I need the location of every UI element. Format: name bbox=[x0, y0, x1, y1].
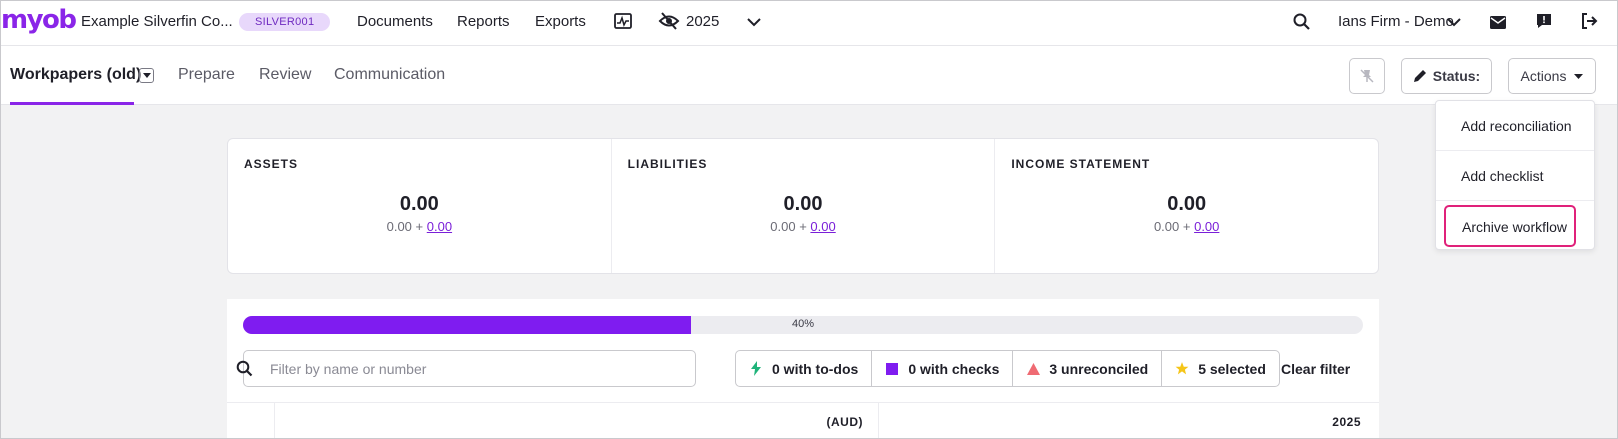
firm-selector[interactable]: Ians Firm - Demo bbox=[1338, 13, 1454, 30]
chip-with-checks[interactable]: 0 with checks bbox=[872, 351, 1014, 386]
chat-icon[interactable] bbox=[1535, 12, 1553, 30]
company-code-badge: SILVER001 bbox=[239, 13, 331, 31]
summary-breakdown: 0.00 + 0.00 bbox=[1153, 219, 1220, 234]
filter-input[interactable] bbox=[243, 350, 696, 387]
workpapers-dropdown-toggle[interactable] bbox=[139, 68, 154, 83]
caret-down-icon bbox=[142, 73, 151, 78]
summary-income-statement: INCOME STATEMENT 0.00 0.00 + 0.00 bbox=[995, 139, 1378, 273]
bolt-icon bbox=[751, 361, 761, 376]
year-column-header: 2025 bbox=[1332, 415, 1361, 429]
column-divider bbox=[274, 403, 275, 438]
search-icon bbox=[236, 360, 253, 377]
pencil-icon bbox=[1413, 70, 1426, 82]
summary-total: 0.00 bbox=[399, 193, 439, 215]
currency-column-header: (AUD) bbox=[826, 415, 863, 429]
mail-icon[interactable] bbox=[1489, 13, 1507, 31]
active-tab-indicator bbox=[10, 102, 134, 105]
company-name[interactable]: Example Silverfin Co... bbox=[81, 13, 233, 30]
column-divider bbox=[878, 403, 879, 438]
progress-bar: 40% bbox=[243, 316, 1363, 334]
logout-icon[interactable] bbox=[1579, 11, 1599, 31]
actions-button[interactable]: Actions bbox=[1508, 58, 1596, 94]
chip-selected[interactable]: 5 selected bbox=[1162, 351, 1279, 386]
tab-review[interactable]: Review bbox=[259, 66, 311, 84]
tab-workpapers-old[interactable]: Workpapers (old) bbox=[10, 66, 141, 84]
summary-title: ASSETS bbox=[244, 157, 299, 171]
app-window: myob Example Silverfin Co... SILVER001 D… bbox=[0, 0, 1618, 439]
summary-title: LIABILITIES bbox=[627, 157, 708, 171]
monitor-chart-icon[interactable] bbox=[613, 11, 633, 31]
adjustment-link[interactable]: 0.00 bbox=[1194, 219, 1219, 234]
summary-total: 0.00 bbox=[1167, 193, 1207, 215]
clear-filter-button[interactable]: Clear filter bbox=[1281, 361, 1350, 377]
chip-label: 0 with checks bbox=[908, 360, 1000, 377]
myob-logo[interactable]: myob bbox=[1, 5, 77, 35]
summary-breakdown: 0.00 + 0.00 bbox=[386, 219, 453, 234]
summary-title: INCOME STATEMENT bbox=[1011, 157, 1151, 171]
square-icon bbox=[886, 362, 899, 375]
top-bar: myob Example Silverfin Co... SILVER001 D… bbox=[1, 1, 1617, 46]
status-button-label: Status: bbox=[1432, 68, 1481, 84]
summary-liabilities: LIABILITIES 0.00 0.00 + 0.00 bbox=[612, 139, 996, 273]
chip-unreconciled[interactable]: 3 unreconciled bbox=[1013, 351, 1163, 386]
actions-button-label: Actions bbox=[1520, 68, 1567, 84]
filter-chip-group: 0 with to-dos 0 with checks 3 unreconcil… bbox=[735, 350, 1280, 387]
chip-label: 5 selected bbox=[1198, 360, 1266, 377]
table-header: (AUD) 2025 bbox=[227, 402, 1379, 438]
menu-item-add-reconciliation[interactable]: Add reconciliation bbox=[1436, 101, 1594, 151]
workpapers-panel: 40% 0 with to-dos 0 with checks 3 unreco… bbox=[227, 299, 1379, 438]
summary-assets: ASSETS 0.00 0.00 + 0.00 bbox=[228, 139, 612, 273]
actions-menu: Add reconciliation Add checklist Archive… bbox=[1435, 100, 1595, 250]
workflow-tab-bar: Workpapers (old) Prepare Review Communic… bbox=[1, 46, 1617, 105]
tab-prepare[interactable]: Prepare bbox=[178, 66, 235, 84]
pin-off-button[interactable] bbox=[1349, 58, 1385, 94]
adjustment-link[interactable]: 0.00 bbox=[810, 219, 835, 234]
nav-documents[interactable]: Documents bbox=[357, 13, 433, 30]
search-icon bbox=[243, 309, 259, 325]
summary-breakdown: 0.00 + 0.00 bbox=[770, 219, 836, 234]
year-selector[interactable]: 2025 bbox=[686, 13, 719, 30]
status-button[interactable]: Status: bbox=[1401, 58, 1492, 94]
star-icon bbox=[1175, 362, 1189, 375]
progress-percent: 40% bbox=[791, 318, 815, 330]
eye-slash-icon[interactable] bbox=[658, 11, 680, 31]
chevron-down-icon[interactable] bbox=[745, 13, 763, 31]
tab-communication[interactable]: Communication bbox=[334, 66, 445, 84]
chevron-down-icon[interactable] bbox=[1445, 13, 1463, 31]
nav-exports[interactable]: Exports bbox=[535, 13, 586, 30]
chip-label: 3 unreconciled bbox=[1049, 360, 1149, 377]
triangle-icon bbox=[1026, 362, 1040, 375]
menu-item-archive-workflow[interactable]: Archive workflow bbox=[1444, 205, 1576, 247]
search-icon[interactable] bbox=[1291, 11, 1311, 31]
chip-label: 0 with to-dos bbox=[772, 360, 859, 377]
pin-off-icon bbox=[1360, 69, 1374, 83]
caret-down-icon bbox=[1574, 73, 1584, 79]
balance-summary-card: ASSETS 0.00 0.00 + 0.00 LIABILITIES 0.00… bbox=[227, 138, 1379, 274]
summary-total: 0.00 bbox=[783, 193, 823, 215]
menu-item-add-checklist[interactable]: Add checklist bbox=[1436, 151, 1594, 201]
chip-with-todos[interactable]: 0 with to-dos bbox=[736, 351, 873, 386]
nav-reports[interactable]: Reports bbox=[457, 13, 510, 30]
adjustment-link[interactable]: 0.00 bbox=[427, 219, 452, 234]
